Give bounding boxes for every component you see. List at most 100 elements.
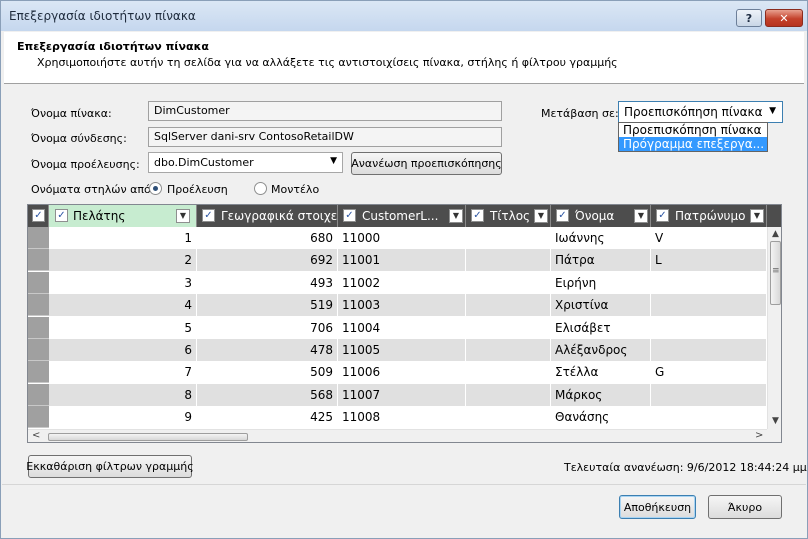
column-header-middle-name[interactable]: ✓ Πατρώνυμο ▼ [651,205,767,227]
grip-icon: ≡ [772,266,780,276]
table-cell [651,294,767,317]
table-cell: 11001 [338,249,466,272]
table-cell: Στέλλα [551,361,651,384]
table-cell [466,294,551,317]
table-cell: Πάτρα [551,249,651,272]
header-subtitle: Χρησιμοποιήστε αυτήν τη σελίδα για να αλ… [37,56,618,69]
row-selector[interactable] [28,294,49,317]
connection-name-label: Όνομα σύνδεσης: [31,132,127,145]
row-selector[interactable] [28,316,49,339]
filter-dropdown-icon[interactable]: ▼ [449,209,463,223]
horizontal-scroll-thumb[interactable] [48,433,248,441]
row-selector[interactable] [28,249,49,272]
goto-option-query-editor[interactable]: Πρόγραμμα επεξεργα... [619,137,767,151]
scroll-left-icon[interactable]: < [32,430,40,441]
table-cell: 1 [49,227,197,249]
column-header-label: Όνομα [575,209,615,223]
column-checkbox[interactable]: ✓ [656,209,669,222]
header-spacer [767,205,781,227]
close-button[interactable]: ✕ [765,9,803,27]
table-cell: G [651,361,767,384]
table-cell [466,383,551,406]
column-header-label: Πατρώνυμο [675,209,746,223]
source-name-combo[interactable]: dbo.DimCustomer ▼ [148,152,343,173]
table-cell [651,271,767,294]
table-cell: 425 [197,406,338,429]
table-cell: L [651,249,767,272]
table-cell: Μάρκος [551,383,651,406]
column-checkbox[interactable]: ✓ [471,209,484,222]
column-names-label: Ονόματα στηλών από: [31,183,155,196]
column-checkbox[interactable]: ✓ [343,209,356,222]
row-selector[interactable] [28,383,49,406]
save-button[interactable]: Αποθήκευση [619,495,696,519]
row-selector[interactable] [28,271,49,294]
scroll-up-icon[interactable]: ▲ [772,229,779,239]
column-checkbox[interactable]: ✓ [202,209,215,222]
vertical-scrollbar[interactable]: ▲ ≡ ▼ [767,227,781,430]
title-bar[interactable]: Επεξεργασία ιδιοτήτων πίνακα ? ✕ [1,1,807,31]
table-cell [651,406,767,429]
radio-source[interactable] [149,182,162,195]
table-cell: 11004 [338,316,466,339]
table-cell: 11003 [338,294,466,317]
help-button[interactable]: ? [736,9,762,27]
table-cell: 5 [49,316,197,339]
table-cell: 11005 [338,339,466,361]
select-all-checkbox[interactable]: ✓ [32,209,45,222]
table-cell: 2 [49,249,197,272]
filter-dropdown-icon[interactable]: ▼ [634,209,648,223]
table-cell: 4 [49,294,197,317]
table-cell [651,339,767,361]
table-cell [466,339,551,361]
column-header-title[interactable]: ✓ Τίτλος ▼ [466,205,551,227]
filter-dropdown-icon[interactable]: ▼ [750,209,764,223]
table-name-field[interactable]: DimCustomer [148,101,502,121]
header-title: Επεξεργασία ιδιοτήτων πίνακα [17,40,209,53]
scrollbar-corner [767,429,781,442]
cancel-button[interactable]: Άκυρο [708,495,782,519]
chevron-down-icon: ▼ [769,106,776,116]
row-selector[interactable] [28,227,49,249]
table-cell: 11007 [338,383,466,406]
radio-source-label: Προέλευση [167,183,228,196]
scroll-right-icon[interactable]: > [755,430,763,441]
radio-model[interactable] [254,182,267,195]
table-cell: 706 [197,316,338,339]
column-header-customerl[interactable]: ✓ CustomerL... ▼ [338,205,466,227]
horizontal-scrollbar[interactable]: < > [28,429,767,442]
table-cell: 11008 [338,406,466,429]
column-header-customer[interactable]: ✓ Πελάτης ▼ [49,205,197,227]
column-header-first-name[interactable]: ✓ Όνομα ▼ [551,205,651,227]
select-all-header: ✓ [28,205,49,227]
column-checkbox[interactable]: ✓ [556,209,569,222]
column-checkbox[interactable]: ✓ [55,209,68,222]
column-header-label: Πελάτης [73,209,126,223]
goto-option-table-preview[interactable]: Προεπισκόπηση πίνακα [619,123,767,137]
goto-combo[interactable]: Προεπισκόπηση πίνακα ▼ [618,101,783,123]
header-panel: Επεξεργασία ιδιοτήτων πίνακα Χρησιμοποιή… [4,32,804,84]
table-cell: Ελισάβετ [551,316,651,339]
filter-dropdown-icon[interactable]: ▼ [534,209,548,223]
table-cell: 3 [49,271,197,294]
table-cell: Χριστίνα [551,294,651,317]
footer-bar: Αποθήκευση Άκυρο [2,484,806,538]
clear-row-filters-button[interactable]: Εκκαθάριση φίλτρων γραμμής [26,455,194,478]
table-cell: Ειρήνη [551,271,651,294]
column-header-label: Τίτλος [490,209,531,223]
table-cell [651,383,767,406]
filter-dropdown-icon[interactable]: ▼ [176,209,190,223]
table-cell [466,227,551,249]
connection-name-field[interactable]: SqlServer dani-srv ContosoRetailDW [148,127,502,147]
row-selector[interactable] [28,339,49,361]
table-cell: 568 [197,383,338,406]
column-header-geography[interactable]: ✓ Γεωγραφικά στοιχεία [197,205,349,227]
refresh-preview-button[interactable]: Ανανέωση προεπισκόπησης [351,152,502,175]
vertical-scroll-thumb[interactable]: ≡ [770,241,781,305]
scroll-down-icon[interactable]: ▼ [772,416,779,426]
row-selector[interactable] [28,361,49,384]
table-cell [466,316,551,339]
table-cell: V [651,227,767,249]
row-selector[interactable] [28,406,49,429]
table-cell: 11002 [338,271,466,294]
